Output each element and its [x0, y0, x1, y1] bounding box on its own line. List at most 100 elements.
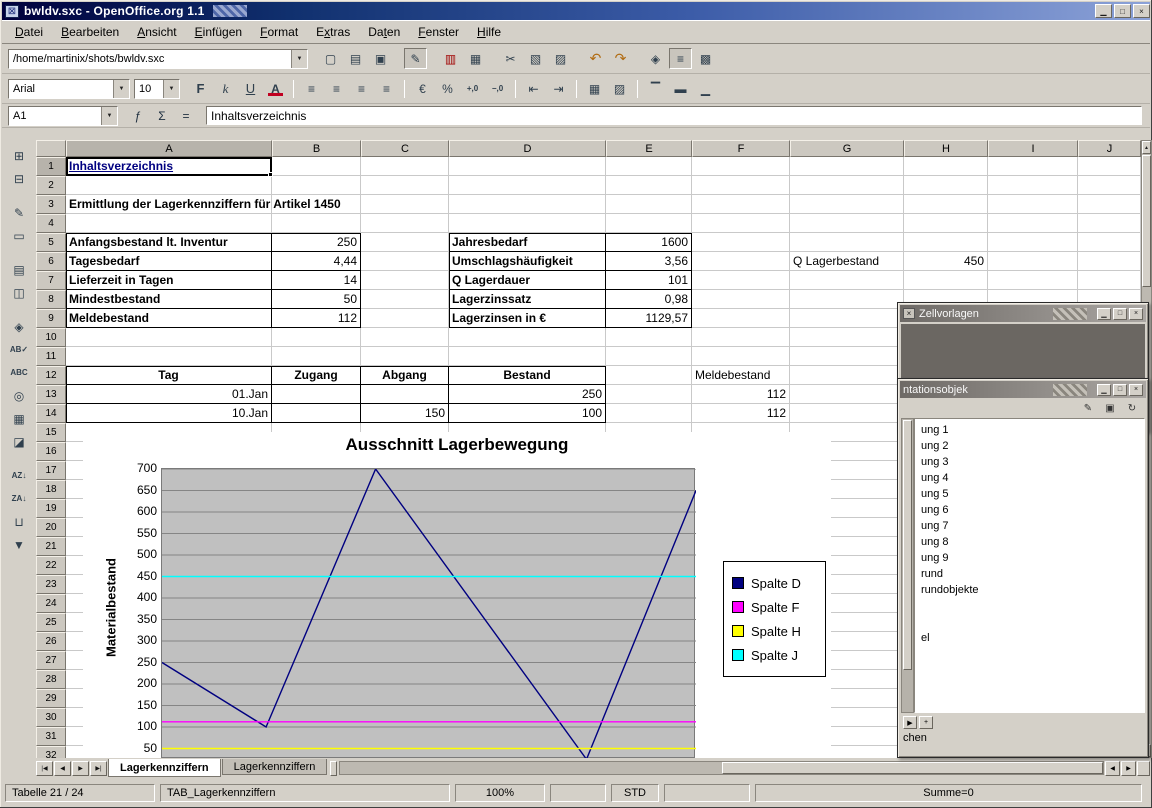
save-icon[interactable]: ▣ — [369, 48, 392, 69]
grid-cell[interactable] — [692, 309, 790, 328]
presentation-styles-title-bar[interactable]: ntationsobjek ▁□× — [900, 381, 1146, 398]
sheet-tab-2[interactable]: Lagerkennziffern — [222, 759, 328, 775]
cell-C14[interactable]: 150 — [361, 404, 449, 423]
style-list-item[interactable] — [921, 614, 1144, 630]
select-all-corner[interactable] — [36, 140, 66, 157]
update-style-icon[interactable]: ↻ — [1122, 400, 1142, 416]
style-list-item[interactable]: ung 9 — [921, 550, 1144, 566]
style-list-item[interactable]: ung 4 — [921, 470, 1144, 486]
grid-cell[interactable] — [1078, 233, 1141, 252]
grid-cell[interactable] — [449, 157, 606, 176]
row-header-31[interactable]: 31 — [36, 727, 66, 746]
align-right-icon[interactable]: ≡ — [350, 78, 373, 99]
row-header-1[interactable]: 1 — [36, 157, 66, 176]
cell-F13[interactable]: 112 — [692, 385, 790, 404]
grid-cell[interactable] — [606, 385, 692, 404]
align-top-icon[interactable]: ▔ — [644, 78, 667, 99]
print-icon[interactable]: ▦ — [464, 48, 487, 69]
add-decimal-icon[interactable]: +,0 — [461, 78, 484, 99]
gallery-icon[interactable]: ▩ — [694, 48, 717, 69]
function-wizard-icon[interactable]: ƒ — [127, 106, 149, 125]
row-header-27[interactable]: 27 — [36, 651, 66, 670]
vertical-scrollbar-thumb[interactable] — [1142, 155, 1151, 287]
grid-cell[interactable] — [790, 366, 904, 385]
grid-cell[interactable] — [606, 157, 692, 176]
style-list-item[interactable]: rundobjekte — [921, 582, 1144, 598]
cell-H6[interactable]: 450 — [904, 252, 988, 271]
row-header-25[interactable]: 25 — [36, 613, 66, 632]
grid-cell[interactable] — [904, 176, 988, 195]
formula-input[interactable] — [207, 107, 1141, 124]
draw-functions-icon[interactable]: ✎ — [8, 202, 31, 223]
grid-cell[interactable] — [692, 195, 790, 214]
font-size-dropdown-icon[interactable]: ▼ — [163, 80, 179, 98]
grid-cell[interactable] — [272, 157, 361, 176]
scroll-up-icon[interactable]: ▲ — [1142, 141, 1151, 154]
align-justify-icon[interactable]: ≡ — [375, 78, 398, 99]
bold-icon[interactable]: F — [189, 78, 212, 99]
cell-E9[interactable]: 1129,57 — [606, 309, 692, 328]
style-list-item[interactable]: ung 2 — [921, 438, 1144, 454]
row-header-19[interactable]: 19 — [36, 499, 66, 518]
grid-cell[interactable] — [361, 290, 449, 309]
sort-descending-icon[interactable]: ZA↓ — [8, 488, 31, 509]
borders-icon[interactable]: ▦ — [583, 78, 606, 99]
row-header-7[interactable]: 7 — [36, 271, 66, 290]
style-list-item[interactable]: ung 7 — [921, 518, 1144, 534]
grid-cell[interactable] — [606, 214, 692, 233]
grid-cell[interactable] — [790, 309, 904, 328]
auto-spellcheck-icon[interactable]: ABC — [8, 362, 31, 383]
row-header-32[interactable]: 32 — [36, 746, 66, 758]
cell-A7[interactable]: Lieferzeit in Tagen — [66, 271, 272, 290]
sheet-tab-1[interactable]: Lagerkennziffern — [108, 759, 221, 777]
grid-cell[interactable] — [692, 290, 790, 309]
row-header-30[interactable]: 30 — [36, 708, 66, 727]
new-style-from-selection-icon[interactable]: ▣ — [1100, 400, 1120, 416]
grid-cell[interactable] — [361, 271, 449, 290]
menu-item-format[interactable]: Format — [251, 22, 307, 42]
row-header-9[interactable]: 9 — [36, 309, 66, 328]
format-currency-icon[interactable]: € — [411, 78, 434, 99]
previous-sheet-icon[interactable]: ◀ — [54, 761, 71, 776]
title-bar[interactable]: ⊠ bwldv.sxc - OpenOffice.org 1.1 ▁□× — [2, 2, 1150, 20]
grid-cell[interactable] — [790, 404, 904, 423]
function-icon[interactable]: = — [175, 106, 197, 125]
font-name-input[interactable] — [9, 80, 113, 98]
url-dropdown-icon[interactable]: ▼ — [291, 50, 307, 68]
column-header-D[interactable]: D — [449, 140, 606, 157]
stylist-icon[interactable]: ≡ — [669, 48, 692, 69]
cell-B14[interactable] — [272, 404, 361, 423]
sort-ascending-icon[interactable]: AZ↓ — [8, 465, 31, 486]
align-center-icon[interactable]: ≡ — [325, 78, 348, 99]
row-header-14[interactable]: 14 — [36, 404, 66, 423]
grid-cell[interactable] — [1078, 195, 1141, 214]
background-color-icon[interactable]: ▨ — [608, 78, 631, 99]
grid-cell[interactable] — [1078, 271, 1141, 290]
close-button[interactable]: × — [1129, 384, 1143, 396]
cell-D5[interactable]: Jahresbedarf — [449, 233, 606, 252]
minimize-button[interactable]: ▁ — [1095, 4, 1112, 18]
style-list-scrollbar[interactable] — [901, 418, 914, 713]
menu-item-bearbeiten[interactable]: Bearbeiten — [52, 22, 128, 42]
style-list-item[interactable]: ung 1 — [921, 422, 1144, 438]
row-header-3[interactable]: 3 — [36, 195, 66, 214]
form-controls-icon[interactable]: ▭ — [8, 225, 31, 246]
redo-icon[interactable]: ↷ — [609, 48, 632, 69]
grid-cell[interactable] — [904, 233, 988, 252]
grid-cell[interactable] — [449, 214, 606, 233]
row-header-4[interactable]: 4 — [36, 214, 66, 233]
copy-icon[interactable]: ▧ — [524, 48, 547, 69]
row-header-26[interactable]: 26 — [36, 632, 66, 651]
grid-cell[interactable] — [606, 366, 692, 385]
grid-cell[interactable] — [272, 214, 361, 233]
row-header-6[interactable]: 6 — [36, 252, 66, 271]
sum-icon[interactable]: Σ — [151, 106, 173, 125]
export-pdf-icon[interactable]: ▥ — [439, 48, 462, 69]
grid-cell[interactable] — [449, 176, 606, 195]
cell-E7[interactable]: 101 — [606, 271, 692, 290]
cell-B12[interactable]: Zugang — [272, 366, 361, 385]
cell-C13[interactable] — [361, 385, 449, 404]
row-header-12[interactable]: 12 — [36, 366, 66, 385]
row-header-17[interactable]: 17 — [36, 461, 66, 480]
column-header-A[interactable]: A — [66, 140, 272, 157]
